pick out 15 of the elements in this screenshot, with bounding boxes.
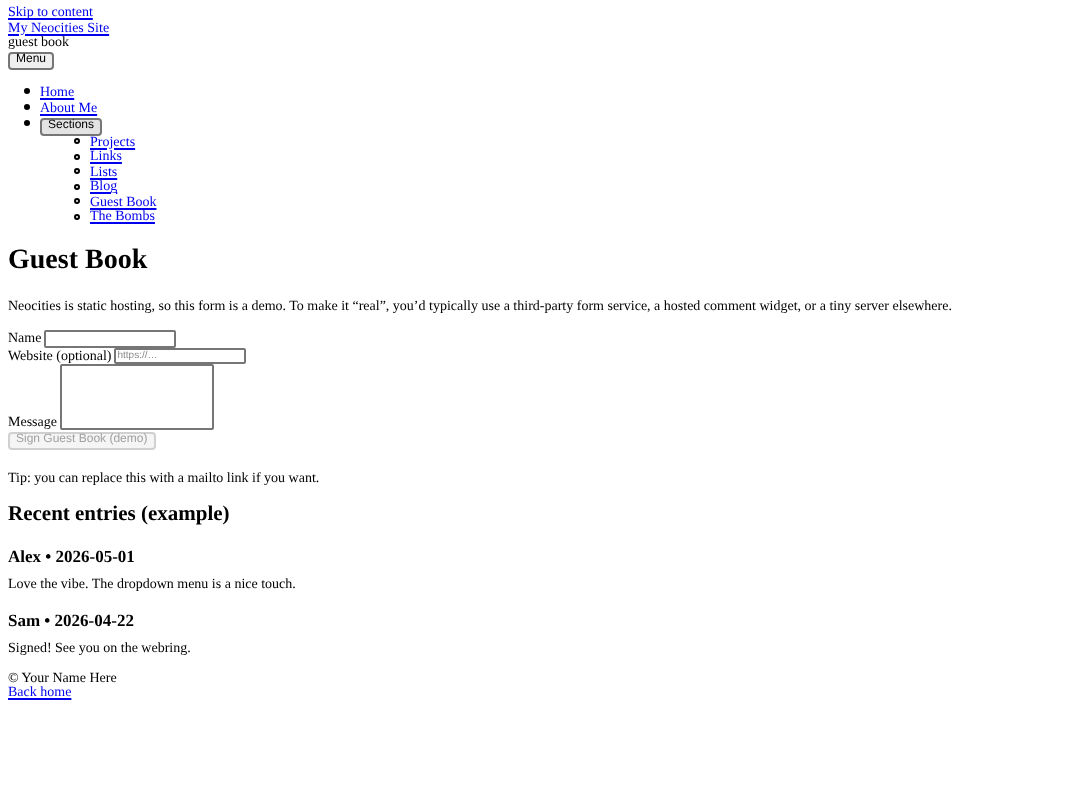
bullet-icon [74,198,80,205]
bullet-icon [74,138,80,145]
bullet-icon [24,104,30,111]
page-heading: Guest Book [8,245,148,277]
text-field[interactable] [43,330,176,347]
bullet-icon [24,88,30,95]
entries-heading: Recent entries (example) [8,503,230,527]
bullet-icon [24,120,30,127]
bullet-icon [74,213,80,220]
bullet-icon [74,183,80,190]
bullet-icon [74,153,80,160]
bullet-icon [74,168,80,175]
entry-title: Alex • 2026-05-01 [8,545,135,565]
message-field[interactable] [59,364,213,430]
entry-title: Sam • 2026-04-22 [8,610,134,630]
